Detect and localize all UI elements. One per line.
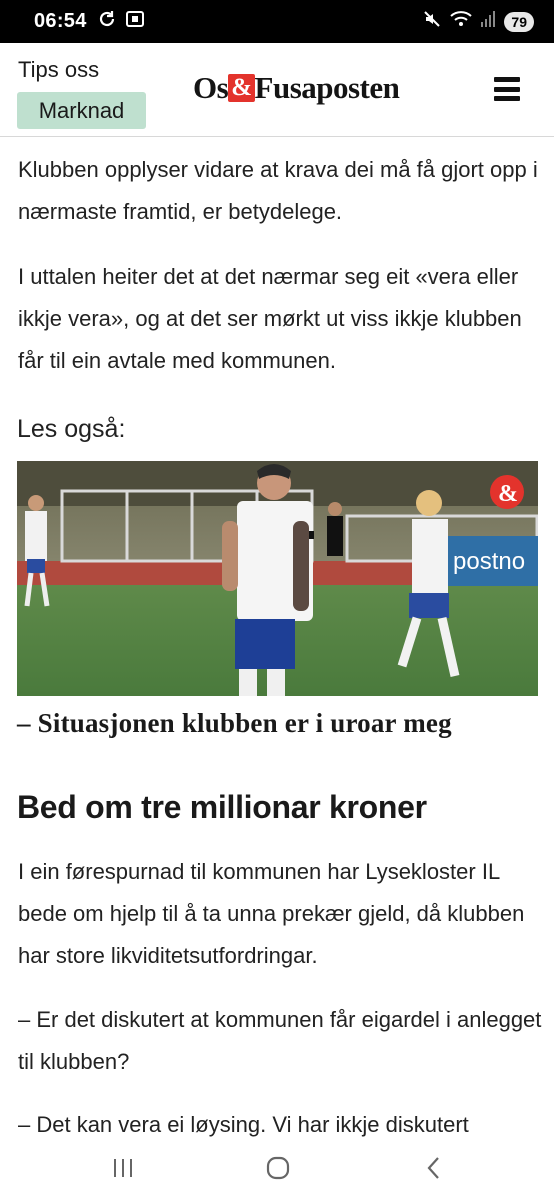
status-bar: 06:54 79 [0, 0, 554, 43]
wifi-icon [450, 10, 473, 33]
tips-oss-link[interactable]: Tips oss [18, 57, 99, 83]
related-article-image[interactable]: postno & [17, 461, 538, 696]
signal-icon [480, 10, 496, 33]
battery-indicator: 79 [504, 11, 534, 32]
article-content: Klubben opplyser vidare at krava dei må … [0, 137, 554, 1140]
section-heading: Bed om tre millionar kroner [17, 789, 427, 825]
sync-icon [97, 9, 117, 34]
home-button[interactable] [258, 1154, 298, 1186]
status-time: 06:54 [34, 10, 87, 32]
badge-amp: & [498, 481, 518, 507]
logo-text-right: Fusaposten [254, 70, 400, 105]
recent-apps-button[interactable] [103, 1154, 143, 1186]
article-paragraph: – Er det diskutert at kommunen får eigar… [18, 1007, 542, 1074]
read-also-label: Les også: [17, 415, 126, 443]
recent-apps-icon [111, 1157, 135, 1184]
site-header: Tips oss Marknad Os &Fusaposten [0, 43, 554, 137]
related-article-title[interactable]: – Situasjonen klubben er i uroar meg [17, 708, 542, 739]
logo-text-left: Os [193, 70, 229, 105]
site-logo[interactable]: Os &Fusaposten [193, 70, 400, 106]
menu-icon[interactable] [494, 77, 520, 101]
back-button[interactable] [414, 1154, 454, 1186]
mute-icon [422, 9, 442, 34]
article-paragraph: I ein førespurnad til kommunen har Lysek… [18, 859, 525, 968]
home-icon [265, 1156, 291, 1185]
article-paragraph: I uttalen heiter det at det nærmar seg e… [18, 264, 522, 373]
logo-amp: & [228, 74, 255, 102]
marknad-tag[interactable]: Marknad [17, 92, 146, 129]
system-nav-bar [0, 1140, 554, 1200]
article-paragraph: Klubben opplyser vidare at krava dei må … [18, 157, 538, 224]
screenshot-icon [125, 9, 145, 34]
article-paragraph: – Det kan vera ei løysing. Vi har ikkje … [18, 1112, 469, 1137]
back-icon [424, 1156, 444, 1185]
banner-text: postno [453, 548, 525, 575]
